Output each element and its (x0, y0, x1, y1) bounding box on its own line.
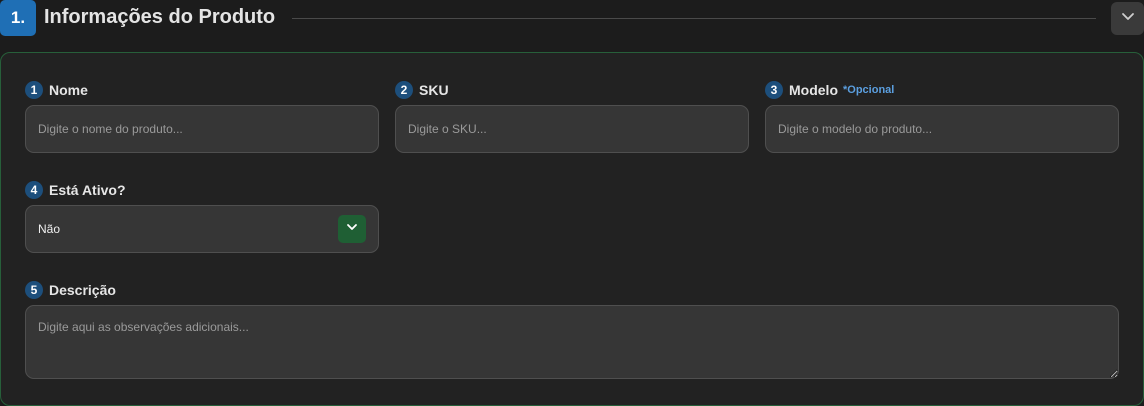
field-label: Está Ativo? (49, 182, 126, 198)
field-modelo-label-row: 3 Modelo *Opcional (765, 80, 894, 100)
field-number-badge: 2 (395, 81, 413, 99)
field-nome: 1 Nome (25, 80, 379, 154)
field-label: SKU (419, 82, 449, 98)
field-ativo-label-row: 4 Está Ativo? (25, 180, 126, 200)
collapse-section-button[interactable] (1111, 2, 1144, 35)
field-number-badge: 3 (765, 81, 783, 99)
chevron-down-icon (1120, 8, 1136, 29)
field-number-badge: 4 (25, 181, 43, 199)
ativo-dropdown-toggle[interactable] (338, 215, 366, 243)
section-step-badge: 1. (0, 0, 36, 36)
ativo-select[interactable]: Não (25, 205, 379, 253)
field-descricao-label-row: 5 Descrição (25, 280, 116, 300)
field-nome-label-row: 1 Nome (25, 80, 88, 100)
field-ativo: 4 Está Ativo? Não (25, 180, 379, 254)
header-divider (292, 18, 1096, 19)
product-info-card: 1 Nome 2 SKU 3 Modelo *Opcional 4 Está A… (0, 52, 1144, 406)
field-sku: 2 SKU (395, 80, 749, 154)
section-title: Informações do Produto (44, 6, 276, 28)
field-number-badge: 5 (25, 281, 43, 299)
field-label: Descrição (49, 282, 116, 298)
modelo-input[interactable] (765, 105, 1119, 153)
section-header: 1. Informações do Produto (0, 0, 1144, 40)
optional-tag: *Opcional (843, 84, 895, 96)
field-label: Nome (49, 82, 88, 98)
ativo-selected-value: Não (38, 222, 61, 236)
descricao-textarea[interactable] (25, 305, 1119, 379)
nome-input[interactable] (25, 105, 379, 153)
field-label: Modelo (789, 82, 838, 98)
field-descricao: 5 Descrição (25, 280, 1119, 380)
field-sku-label-row: 2 SKU (395, 80, 449, 100)
field-number-badge: 1 (25, 81, 43, 99)
sku-input[interactable] (395, 105, 749, 153)
chevron-down-icon (345, 220, 359, 239)
field-modelo: 3 Modelo *Opcional (765, 80, 1119, 154)
